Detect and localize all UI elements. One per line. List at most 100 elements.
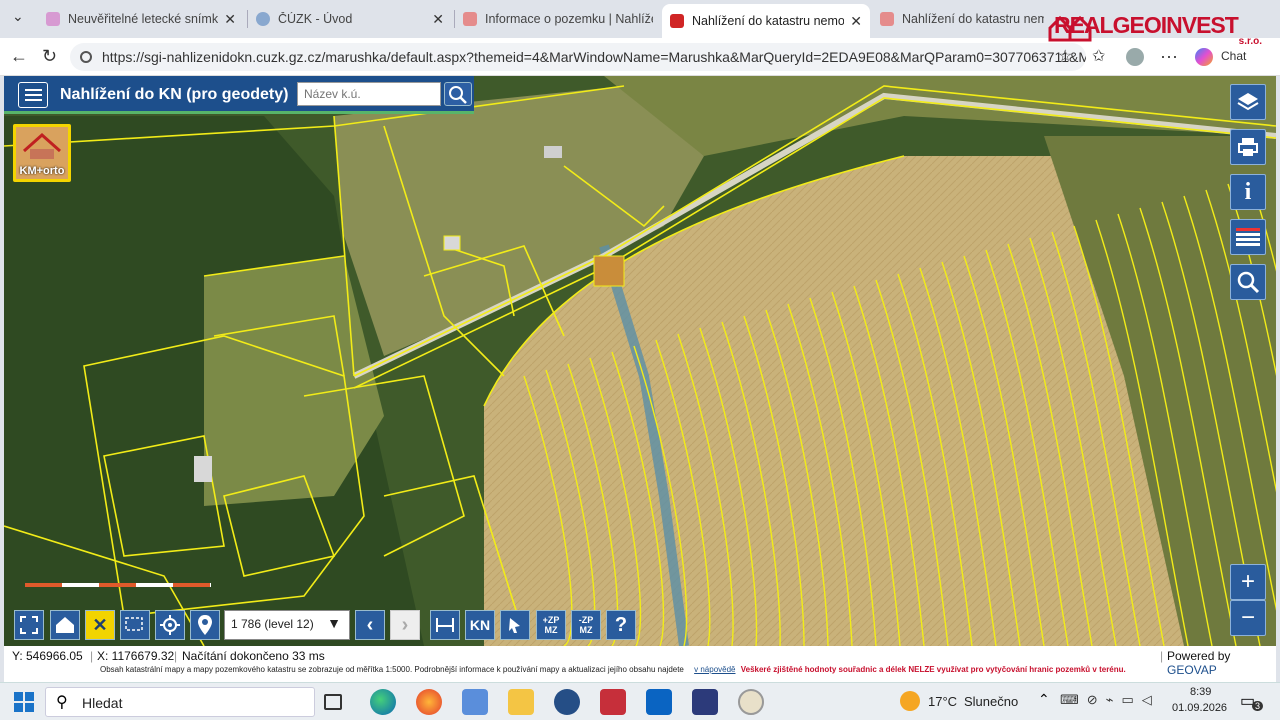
store-icon[interactable] xyxy=(462,689,488,715)
previous-view-button[interactable]: ‹ xyxy=(355,610,385,640)
house-map-icon xyxy=(23,132,61,159)
clock-date[interactable]: 01.09.2026 xyxy=(1172,702,1227,714)
chevron-down-icon: ▼ xyxy=(327,615,341,631)
map-canvas[interactable] xyxy=(4,76,1276,646)
zp-mz-plus-button[interactable]: +ZP MZ xyxy=(536,610,566,640)
firefox-icon[interactable] xyxy=(416,689,442,715)
app-title: Nahlížení do KN (pro geodety) xyxy=(60,86,289,103)
y-coordinate: Y: 546966.05 xyxy=(12,649,83,663)
save-app-icon[interactable] xyxy=(692,689,718,715)
search-button[interactable] xyxy=(444,82,472,106)
legend-icon xyxy=(1236,228,1260,246)
layer-switch-km-orto[interactable]: KM+orto xyxy=(13,124,71,182)
kn-label: KN xyxy=(469,617,491,633)
notification-count: 3 xyxy=(1252,701,1264,711)
tab-2[interactable]: ČÚZK - Úvod ✕ xyxy=(248,4,452,34)
layers-button[interactable] xyxy=(1230,84,1266,120)
close-icon[interactable]: ✕ xyxy=(224,11,236,28)
task-view-icon[interactable] xyxy=(324,694,342,710)
home-extent-button[interactable] xyxy=(50,610,80,640)
tab-favicon-icon xyxy=(463,12,477,26)
geovap-link[interactable]: GEOVAP xyxy=(1167,663,1217,677)
ruler-icon xyxy=(436,618,454,632)
close-icon[interactable]: ✕ xyxy=(850,13,862,30)
x-coordinate: X: 1176679.32 xyxy=(97,649,175,663)
scale-select[interactable]: 1 786 (level 12) ▼ xyxy=(224,610,350,640)
search-icon: ⚲ xyxy=(56,694,68,711)
app-header: Nahlížení do KN (pro geodety) xyxy=(4,76,474,114)
scale-select-value: 1 786 (level 12) xyxy=(231,617,314,631)
url-field[interactable]: https://sgi-nahlizenidokn.cuzk.gz.cz/mar… xyxy=(70,43,1086,71)
back-icon[interactable]: ← xyxy=(10,46,28,67)
weather-text: Slunečno xyxy=(964,694,1019,709)
paint-icon[interactable] xyxy=(738,689,764,715)
zp-mz-minus-label: -ZP MZ xyxy=(578,615,594,635)
fullscreen-button[interactable] xyxy=(14,610,44,640)
legend-button[interactable] xyxy=(1230,219,1266,255)
tab-list-chevron-icon[interactable]: ⌄ xyxy=(12,8,24,25)
powered-by-label: Powered by xyxy=(1167,649,1231,663)
clear-selection-button[interactable]: ✕ xyxy=(85,610,115,640)
network-globe-icon[interactable] xyxy=(554,689,580,715)
place-marker-button[interactable] xyxy=(190,610,220,640)
measure-button[interactable] xyxy=(430,610,460,640)
windows-taskbar: ⚲ Hledat 17°C Slunečno ⌃ ⌨⊘⌁▭◁ 8:39 01.0… xyxy=(0,682,1280,720)
tab-title: ČÚZK - Úvod xyxy=(278,12,353,26)
select-rectangle-icon xyxy=(125,617,143,631)
home-icon xyxy=(56,617,74,633)
taskbar-search[interactable]: ⚲ Hledat xyxy=(45,687,315,717)
zoom-in-button[interactable]: + xyxy=(1230,564,1266,600)
file-explorer-icon[interactable] xyxy=(508,689,534,715)
select-area-button[interactable] xyxy=(120,610,150,640)
avatar[interactable] xyxy=(1126,48,1144,66)
powered-by: Powered by GEOVAP xyxy=(1167,649,1276,677)
chat-label[interactable]: Chat xyxy=(1221,49,1246,63)
print-button[interactable] xyxy=(1230,129,1266,165)
weather-icon[interactable] xyxy=(900,691,920,711)
locate-button[interactable] xyxy=(155,610,185,640)
close-icon: ✕ xyxy=(92,614,108,635)
tab-title: Nahlížení do katastru nemovito xyxy=(692,14,845,28)
disclaimer-warning: Veškeré zjištěné hodnoty souřadnic a dél… xyxy=(740,665,1126,674)
load-status: Načítání dokončeno 33 ms xyxy=(182,649,325,663)
zoom-out-button[interactable]: − xyxy=(1230,600,1266,636)
close-icon[interactable]: ✕ xyxy=(432,11,444,28)
clock-time[interactable]: 8:39 xyxy=(1190,686,1211,698)
scale-bar xyxy=(25,583,211,587)
tab-favicon-icon xyxy=(880,12,894,26)
windows-start-icon[interactable] xyxy=(14,692,34,712)
search-tool-button[interactable] xyxy=(1230,264,1266,300)
app-icon[interactable] xyxy=(600,689,626,715)
url-text: https://sgi-nahlizenidokn.cuzk.gz.cz/mar… xyxy=(102,49,1086,65)
status-bar: Y: 546966.05 | X: 1176679.32 | Načítání … xyxy=(4,646,1276,682)
tab-active[interactable]: Nahlížení do katastru nemovito ✕ xyxy=(662,4,870,38)
cadastral-map[interactable] xyxy=(4,76,1276,646)
cadastral-area-search-input[interactable] xyxy=(297,82,441,106)
identify-button[interactable] xyxy=(500,610,530,640)
printer-icon xyxy=(1238,138,1258,156)
tab-1[interactable]: Neuvěřitelné letecké snímky své ✕ xyxy=(38,4,244,34)
info-button[interactable]: i xyxy=(1230,174,1266,210)
copilot-icon[interactable] xyxy=(1195,48,1213,66)
help-button[interactable]: ? xyxy=(606,610,636,640)
tray-icons[interactable]: ⌨⊘⌁▭◁ xyxy=(1060,692,1160,708)
help-link[interactable]: v nápovědě xyxy=(694,665,735,674)
reload-icon[interactable]: ↻ xyxy=(42,46,57,67)
next-view-button[interactable]: › xyxy=(390,610,420,640)
tray-chevron-up-icon[interactable]: ⌃ xyxy=(1038,691,1050,708)
kn-button[interactable]: KN xyxy=(465,610,495,640)
zp-mz-minus-button[interactable]: -ZP MZ xyxy=(571,610,601,640)
page-info-icon[interactable] xyxy=(80,51,92,63)
outlook-icon[interactable] xyxy=(646,689,672,715)
tab-5[interactable]: Nahlížení do katastru nemovito xyxy=(872,4,1052,34)
tab-3[interactable]: Informace o pozemku | Nahlíže xyxy=(455,4,661,34)
tab-title: Nahlížení do katastru nemovito xyxy=(902,12,1044,26)
weather-temp: 17°C xyxy=(928,694,958,709)
map-disclaimer: Obsah katastrální mapy a mapy pozemkovéh… xyxy=(100,665,1126,674)
taskbar-search-label: Hledat xyxy=(82,695,123,711)
edge-icon[interactable] xyxy=(370,689,396,715)
menu-button[interactable] xyxy=(18,82,48,108)
tab-favicon-icon xyxy=(46,12,60,26)
search-icon xyxy=(449,86,467,104)
tab-title: Informace o pozemku | Nahlíže xyxy=(485,12,653,26)
